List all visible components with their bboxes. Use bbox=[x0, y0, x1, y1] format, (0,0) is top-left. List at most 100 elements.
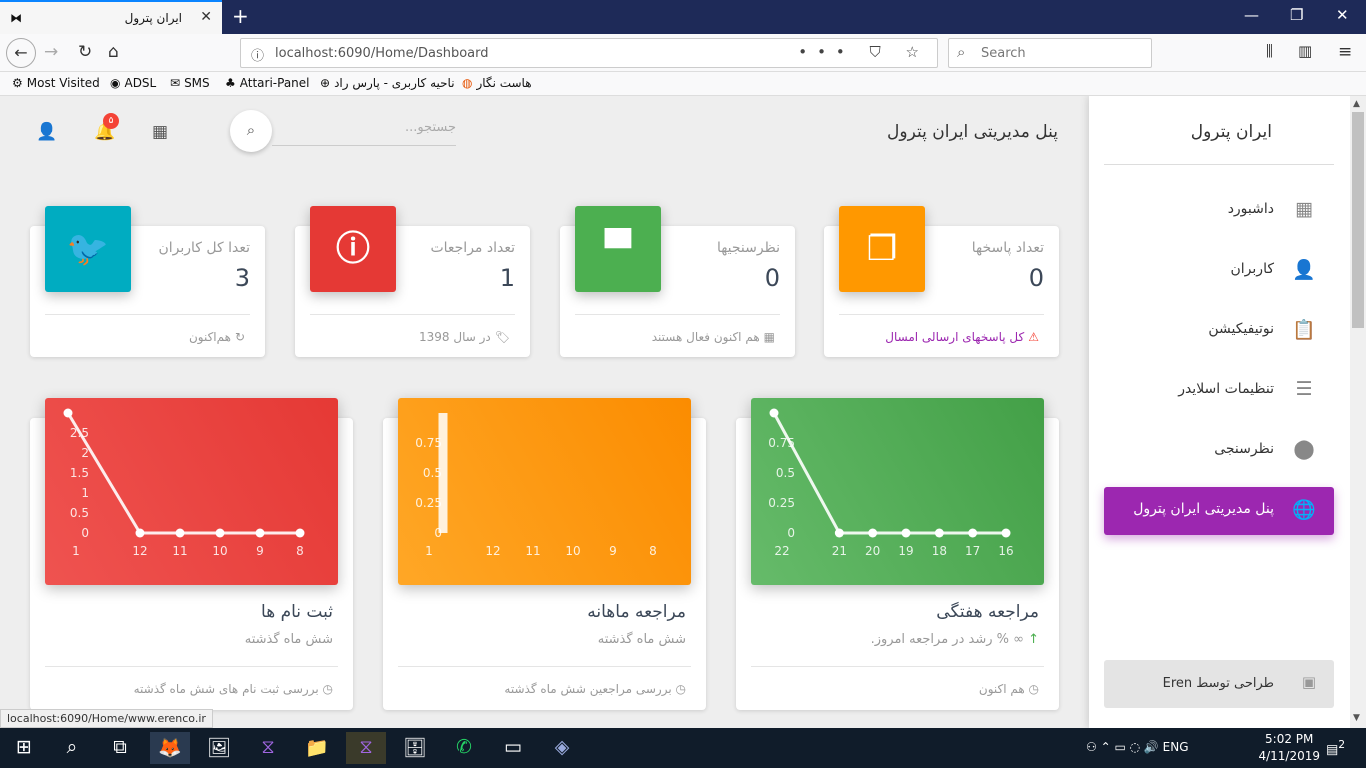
y-tick-label: 0.5 bbox=[776, 466, 795, 480]
database-icon[interactable]: 🗄 bbox=[395, 736, 435, 759]
divider bbox=[751, 666, 1044, 667]
sidebar-item-users[interactable]: 👤 کاربران bbox=[1104, 247, 1334, 295]
visual-studio-active-icon[interactable]: ⧖ bbox=[346, 732, 386, 764]
y-tick-label: 1 bbox=[81, 486, 89, 500]
dashboard-icon[interactable]: ▦ bbox=[152, 122, 168, 142]
info-icon[interactable]: ⓘ bbox=[251, 45, 264, 64]
bubble-chart-icon: ⬤ bbox=[1293, 438, 1315, 460]
search-icon[interactable]: ⌕ bbox=[52, 736, 92, 758]
copy-icon: ❐ bbox=[839, 206, 925, 292]
page-scrollbar[interactable]: ▲ ▼ bbox=[1350, 96, 1366, 728]
forward-button[interactable]: → bbox=[44, 42, 58, 62]
taskbar: ⊞ ⌕ ⧉ 🦊 🖼 ⧖ 📁 ⧖ 🗄 ✆ ▭ ◈ ⚇ ⌃ ▭ ◌ 🔊 ENG 5:… bbox=[0, 728, 1366, 768]
clock[interactable]: 5:02 PM 4/11/2019 bbox=[1258, 731, 1320, 765]
sidebar-item-admin-panel[interactable]: 🌐 پنل مدیریتی ایران پترول bbox=[1104, 487, 1334, 535]
back-button[interactable]: ← bbox=[6, 38, 36, 68]
bookmark-parsrad[interactable]: ⊕ ناحیه کاربری - پارس راد bbox=[320, 76, 455, 90]
language-icon: 🌐 bbox=[1292, 499, 1316, 521]
minimize-button[interactable]: — bbox=[1244, 6, 1259, 24]
library-icon[interactable]: ⫼ bbox=[1266, 42, 1273, 60]
divider bbox=[310, 314, 515, 315]
chart-footer: ◷ بررسی ثبت نام های شش ماه گذشته bbox=[133, 682, 333, 696]
bookmark-adsl[interactable]: ◉ ADSL bbox=[110, 76, 156, 90]
stat-footer: ▦هم اکنون فعال هستند bbox=[651, 330, 775, 344]
x-tick-label: 1 bbox=[425, 544, 433, 558]
y-tick-label: 0.25 bbox=[415, 496, 442, 510]
bookmark-hostnegar[interactable]: ◍ هاست نگار bbox=[462, 76, 532, 90]
bookmark-sms[interactable]: ✉ SMS bbox=[170, 76, 210, 90]
library-books-icon: ☰ bbox=[1295, 378, 1313, 400]
world-icon: ⊕ bbox=[320, 76, 331, 90]
chart-footer: ◷ هم اکنون bbox=[978, 682, 1039, 696]
browser-tab[interactable]: ⧓ ایران پترول ✕ bbox=[0, 0, 222, 34]
divider bbox=[839, 314, 1044, 315]
credit-link[interactable]: ▣ طراحی توسط Eren bbox=[1104, 660, 1334, 708]
x-tick-label: 19 bbox=[898, 544, 913, 558]
dashboard-page: پنل مدیریتی ایران پترول ⌕ جستجو... 👤 🔔 ۵… bbox=[0, 96, 1350, 728]
system-tray[interactable]: ⚇ ⌃ ▭ ◌ 🔊 ENG bbox=[1086, 740, 1189, 754]
sidebar-item-dashboard[interactable]: ▦ داشبورد bbox=[1104, 187, 1334, 235]
photos-icon[interactable]: 🖼 bbox=[199, 736, 239, 759]
sidebar-item-survey[interactable]: ⬤ نظرسنجی bbox=[1104, 427, 1334, 475]
data-point bbox=[295, 528, 305, 538]
page-actions[interactable]: ••• ⛉ ☆ bbox=[798, 43, 929, 61]
monthly-chart: 0 0.25 0.5 0.75 1 12 11 10 9 8 bbox=[398, 398, 691, 585]
browser-search[interactable]: ⌕ Search bbox=[948, 38, 1152, 68]
sidebar-toggle-icon[interactable]: ▥ bbox=[1298, 42, 1312, 60]
reload-button[interactable]: ↻ bbox=[78, 42, 92, 62]
tab-bar: ⧓ ایران پترول ✕ + — ❐ ✕ bbox=[0, 0, 1366, 34]
stat-category: نظرسنجیها bbox=[716, 240, 780, 256]
chart-card-signups: 0 0.5 1 1.5 2 2.5 1 12 11 10 9 8 ثبت نام ها شش ماه … bbox=[30, 398, 353, 710]
x-tick-label: 11 bbox=[172, 544, 187, 558]
data-point bbox=[1001, 528, 1011, 538]
bookmark-attari-panel[interactable]: ♣ Attari-Panel bbox=[225, 76, 310, 90]
search-button[interactable]: ⌕ bbox=[230, 110, 272, 152]
bookmark-most-visited[interactable]: ⚙ Most Visited bbox=[12, 76, 100, 90]
stat-category: تعدا کل کاربران bbox=[158, 240, 250, 256]
tag-icon: 🏷 bbox=[494, 330, 510, 344]
url-text[interactable]: localhost:6090/Home/Dashboard bbox=[275, 46, 489, 61]
sidebar-item-notification[interactable]: 📋 نوتیفیکیشن bbox=[1104, 307, 1334, 355]
home-button[interactable]: ⌂ bbox=[108, 42, 119, 62]
sidebar: ایران پترول ▦ داشبورد 👤 کاربران 📋 نوتیفیکیش… bbox=[1089, 96, 1350, 728]
x-tick-label: 8 bbox=[296, 544, 304, 558]
stat-card-users: 🐦 تعدا کل کاربران 3 ↻هم‌اکنون bbox=[30, 206, 265, 357]
maximize-button[interactable]: ❐ bbox=[1290, 6, 1303, 24]
scroll-thumb[interactable] bbox=[1352, 112, 1364, 328]
person-icon: 👤 bbox=[1292, 259, 1316, 281]
new-tab-button[interactable]: + bbox=[232, 4, 249, 28]
close-tab-icon[interactable]: ✕ bbox=[200, 9, 212, 25]
scroll-down-icon[interactable]: ▼ bbox=[1353, 713, 1360, 723]
sidebar-item-slider-settings[interactable]: ☰ تنظیمات اسلایدر bbox=[1104, 367, 1334, 415]
image-icon: ▣ bbox=[1301, 673, 1316, 691]
file-explorer-icon[interactable]: 📁 bbox=[297, 736, 337, 759]
search-input[interactable]: جستجو... bbox=[272, 116, 456, 146]
user-icon[interactable]: 👤 bbox=[36, 122, 57, 142]
notepad-icon[interactable]: ◈ bbox=[542, 736, 582, 758]
x-tick-label: 12 bbox=[485, 544, 500, 558]
action-center-icon[interactable]: ▤2 bbox=[1326, 738, 1345, 757]
stat-category: تعداد پاسخها bbox=[971, 240, 1044, 256]
firefox-icon[interactable]: 🦊 bbox=[150, 732, 190, 764]
url-bar[interactable]: ⓘ localhost:6090/Home/Dashboard ••• ⛉ ☆ bbox=[240, 38, 938, 68]
bar bbox=[438, 413, 448, 533]
sidebar-brand[interactable]: ایران پترول bbox=[1191, 122, 1272, 142]
search-icon: ⌕ bbox=[246, 121, 256, 139]
terminal-icon[interactable]: ▭ bbox=[493, 736, 533, 758]
chart-svg: 00.250.50.751 12 11 10 9 8 bbox=[415, 413, 657, 558]
start-icon[interactable]: ⊞ bbox=[4, 736, 44, 758]
divider bbox=[575, 314, 780, 315]
y-tick-label: 0.25 bbox=[768, 496, 795, 510]
chart-svg: 00.511.522.51 12 11 10 9 8 bbox=[63, 408, 305, 558]
data-point bbox=[868, 528, 878, 538]
series-line bbox=[66, 412, 300, 535]
hostnegar-icon: ◍ bbox=[462, 76, 473, 90]
close-window-button[interactable]: ✕ bbox=[1336, 6, 1349, 24]
visual-studio-icon[interactable]: ⧖ bbox=[248, 736, 288, 758]
whatsapp-icon[interactable]: ✆ bbox=[444, 736, 484, 758]
menu-icon[interactable]: ≡ bbox=[1338, 42, 1352, 62]
data-point bbox=[968, 528, 978, 538]
task-view-icon[interactable]: ⧉ bbox=[100, 736, 140, 758]
x-tick-label: 22 bbox=[774, 544, 789, 558]
scroll-up-icon[interactable]: ▲ bbox=[1353, 99, 1360, 109]
